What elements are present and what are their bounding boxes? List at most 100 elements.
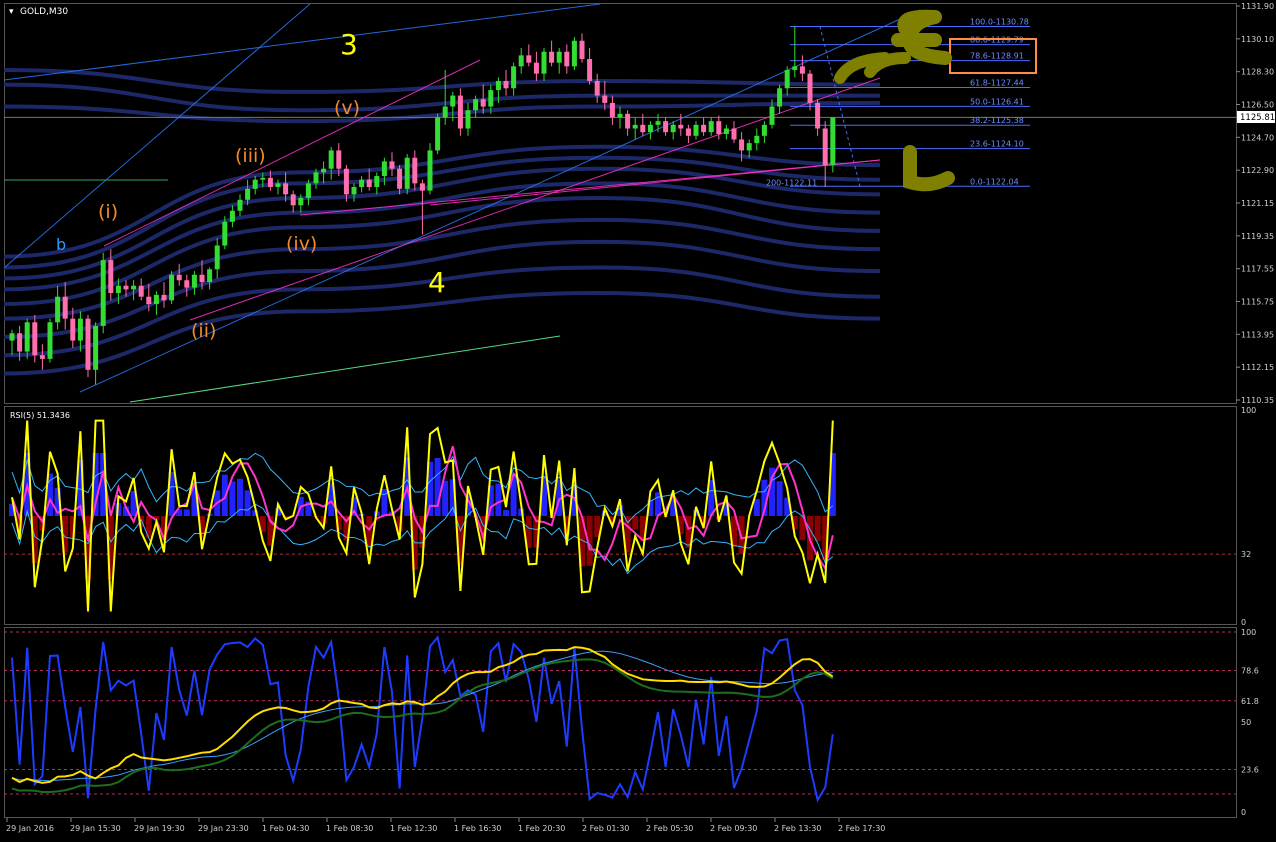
candle-body (762, 125, 767, 136)
candle-body (640, 125, 645, 132)
rsi-hist-bar (655, 492, 661, 516)
candle-body (671, 125, 676, 132)
fib-level-label: 88.6-1129.79 (970, 36, 1024, 45)
candle-body (283, 183, 288, 194)
candle-body (792, 66, 797, 70)
rsi-level-label: 100 (1241, 406, 1256, 415)
time-tick-label: 2 Feb 13:30 (774, 824, 821, 833)
candle-body (542, 52, 547, 74)
rsi-hist-bar (754, 499, 760, 516)
stoch-level-label: 61.8 (1241, 697, 1259, 706)
price-tick-label: 1110.35 (1241, 396, 1274, 405)
rsi-level-label: 32 (1241, 550, 1251, 559)
wave-label-4: 4 (428, 266, 446, 299)
chevron-down-icon[interactable]: ▾ (9, 7, 14, 17)
time-tick-label: 1 Feb 12:30 (390, 824, 437, 833)
candle-body (222, 222, 227, 246)
candle-body (656, 121, 661, 125)
candle-body (17, 333, 22, 351)
candle-body (48, 322, 53, 359)
price-tick-label: 1128.30 (1241, 68, 1274, 77)
candle-body (770, 107, 775, 125)
candle-body (716, 121, 721, 134)
time-tick-label: 29 Jan 19:30 (134, 824, 185, 833)
candle-body (435, 118, 440, 151)
rsi-level-label: 0 (1241, 618, 1246, 627)
candle-body (86, 319, 91, 370)
price-tick-label: 1131.90 (1241, 2, 1274, 11)
candle-body (443, 107, 448, 118)
candle-body (815, 103, 820, 129)
price-tick-label: 1126.50 (1241, 101, 1274, 110)
rsi-hist-bar (229, 481, 235, 516)
candle-body (694, 125, 699, 136)
candle-body (124, 286, 129, 290)
candle-body (602, 96, 607, 103)
candle-body (564, 52, 569, 67)
time-tick-label: 1 Feb 20:30 (518, 824, 565, 833)
candle-body (336, 150, 341, 168)
fib-level-label: 38.2-1125.38 (970, 116, 1024, 125)
current-price-label: 1125.81 (1240, 113, 1275, 123)
time-tick-label: 29 Jan 2016 (6, 824, 54, 833)
candle-body (466, 110, 471, 128)
candle-body (504, 81, 509, 88)
candle-body (830, 118, 835, 166)
candle-body (260, 178, 265, 180)
candle-body (116, 286, 121, 293)
candle-body (101, 260, 106, 326)
wave-label-iii: (iii) (235, 145, 266, 167)
candle-body (329, 150, 334, 168)
candle-body (450, 96, 455, 107)
candle-body (549, 52, 554, 63)
candle-body (625, 114, 630, 129)
candle-body (397, 169, 402, 189)
candle-body (169, 275, 174, 301)
candle-body (709, 121, 714, 132)
time-tick-label: 2 Feb 01:30 (582, 824, 629, 833)
candle-body (557, 52, 562, 63)
candle-body (648, 125, 653, 132)
candle-body (382, 161, 387, 176)
fib-level-label: 50.0-1126.41 (970, 97, 1024, 106)
candle-body (162, 295, 167, 300)
candle-body (306, 183, 311, 198)
price-tick-label: 1121.15 (1241, 199, 1274, 208)
candle-body (405, 158, 410, 189)
rsi-hist-bar (632, 516, 638, 529)
candle-body (481, 99, 486, 106)
price-tick-label: 1115.75 (1241, 298, 1274, 307)
fib-level-label: 61.8-1127.44 (970, 79, 1024, 88)
candle-body (595, 81, 600, 96)
price-tick-label: 1124.70 (1241, 133, 1274, 142)
candle-body (800, 66, 805, 73)
stoch-level-label: 50 (1241, 718, 1251, 727)
price-tick-label: 1117.55 (1241, 265, 1274, 274)
candle-body (230, 211, 235, 222)
stoch-level-label: 23.6 (1241, 766, 1259, 775)
candle-body (314, 172, 319, 183)
candle-body (63, 297, 68, 319)
candle-body (458, 96, 463, 129)
candle-body (154, 295, 159, 304)
candle-body (701, 125, 706, 132)
candle-body (732, 128, 737, 139)
candle-body (321, 169, 326, 173)
candle-body (496, 81, 501, 90)
chart-canvas[interactable]: 100.0-1130.7888.6-1129.7978.6-1128.9161.… (0, 0, 1276, 838)
candle-body (367, 180, 372, 187)
candle-body (823, 128, 828, 165)
candle-body (374, 176, 379, 187)
rsi-title: RSI(5) 51.3436 (10, 411, 70, 420)
candle-body (253, 180, 258, 189)
rsi-hist-bar (503, 510, 509, 516)
candle-body (754, 136, 759, 143)
price-tick-label: 1122.90 (1241, 166, 1274, 175)
fib-level-label: 78.6-1128.91 (970, 52, 1024, 61)
candle-body (25, 322, 30, 351)
candle-body (245, 189, 250, 200)
time-tick-label: 1 Feb 08:30 (326, 824, 373, 833)
candle-body (519, 55, 524, 66)
rsi-hist-bar (435, 458, 441, 516)
candle-body (238, 200, 243, 211)
